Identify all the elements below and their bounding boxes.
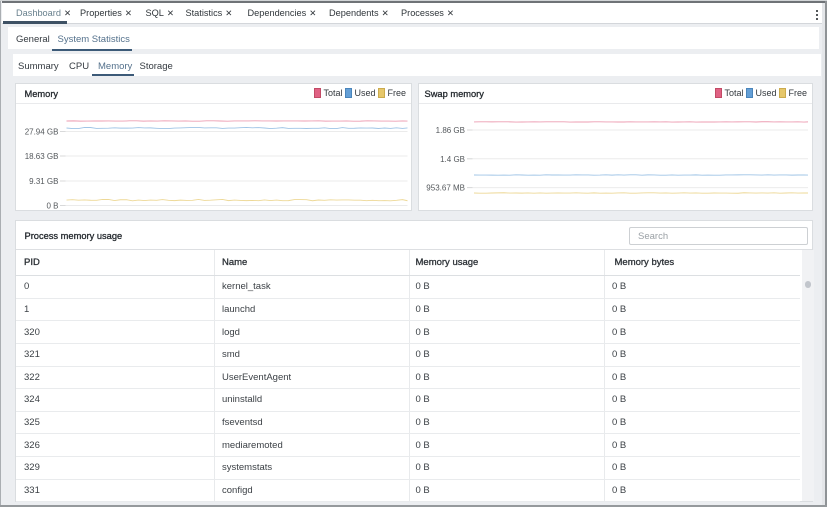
svg-text:0 B: 0 B (46, 202, 58, 211)
svg-text:9.31 GB: 9.31 GB (29, 177, 58, 186)
svg-text:1.86 GB: 1.86 GB (436, 126, 465, 135)
svg-text:953.67 MB: 953.67 MB (426, 184, 465, 193)
svg-text:27.94 GB: 27.94 GB (24, 128, 58, 137)
svg-text:18.63 GB: 18.63 GB (24, 152, 58, 161)
svg-text:1.4 GB: 1.4 GB (440, 155, 465, 164)
